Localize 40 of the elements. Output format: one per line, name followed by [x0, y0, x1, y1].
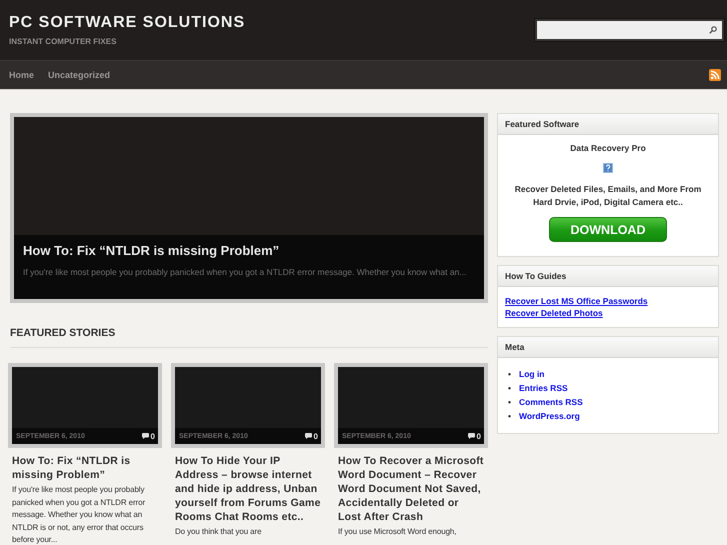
bullet: •: [508, 382, 512, 395]
site-tagline: INSTANT COMPUTER FIXES: [9, 37, 118, 46]
featured-slide[interactable]: How To: Fix “NTLDR is missing Problem” If you're like most people you probably panicked when you got a NTLDR error message. Whether you know what an...: [10, 113, 488, 303]
comment-count[interactable]: 0: [476, 432, 481, 440]
rss-icon[interactable]: [709, 69, 721, 81]
product-description: Recover Deleted Files, Emails, and More From Hard Drvie, iPod, Digital Camera etc..: [514, 183, 702, 209]
nav-link[interactable]: Home: [9, 70, 34, 80]
meta-link[interactable]: Log in: [519, 369, 544, 379]
meta-link[interactable]: Entries RSS: [519, 383, 568, 393]
bullet: •: [508, 368, 512, 381]
widget-title: How To Guides: [498, 266, 718, 287]
slide-title[interactable]: How To: Fix “NTLDR is missing Problem”: [23, 243, 475, 258]
post-excerpt: Do you think that you are: [175, 526, 262, 538]
slide-excerpt: If you're like most people you probably panicked when you got a NTLDR error message. Whether you know what an...: [23, 266, 468, 279]
post-title[interactable]: How To: Fix “NTLDR is missing Problem”: [12, 454, 158, 482]
site-title[interactable]: PC SOFTWARE SOLUTIONS: [9, 14, 246, 32]
post-excerpt: If you're like most people you probably panicked when you got a NTLDR error message. Whether you know what an NTLDR is or not, any error that occurs before your...: [12, 484, 146, 545]
post-excerpt: If you use Microsoft Word enough,: [338, 526, 458, 538]
post-title[interactable]: How To Recover a Microsoft Word Document – Recover Word Document Not Saved, Accidentally Deleted or Lost After Crash: [338, 454, 484, 524]
guide-link[interactable]: Recover Lost MS Office Passwords: [505, 296, 648, 306]
search-field[interactable]: [535, 19, 724, 41]
comment-icon: [304, 433, 312, 439]
comment-icon: [468, 433, 475, 439]
comment-count[interactable]: 0: [314, 432, 318, 440]
broken-image-icon: [603, 163, 613, 173]
post-title[interactable]: How To Hide Your IP Address – browse internet and hide ip address, Unban yourself from Forums Game Rooms Chat Rooms etc..: [175, 454, 321, 524]
comment-count[interactable]: 0: [150, 432, 155, 440]
product-name: Data Recovery Pro: [569, 143, 647, 153]
search-icon[interactable]: [709, 26, 717, 34]
bullet: •: [508, 410, 512, 423]
nav-link[interactable]: Uncategorized: [48, 70, 110, 80]
comment-icon: [142, 433, 149, 439]
widget-title: Meta: [498, 337, 718, 358]
bullet: •: [508, 396, 512, 409]
guide-link[interactable]: Recover Deleted Photos: [505, 308, 603, 318]
widget-title: Featured Software: [498, 114, 718, 135]
download-button[interactable]: DOWNLOAD: [549, 217, 667, 242]
meta-link[interactable]: Comments RSS: [519, 397, 583, 407]
section-heading: FEATURED STORIES: [10, 327, 488, 348]
meta-link[interactable]: WordPress.org: [519, 411, 580, 421]
